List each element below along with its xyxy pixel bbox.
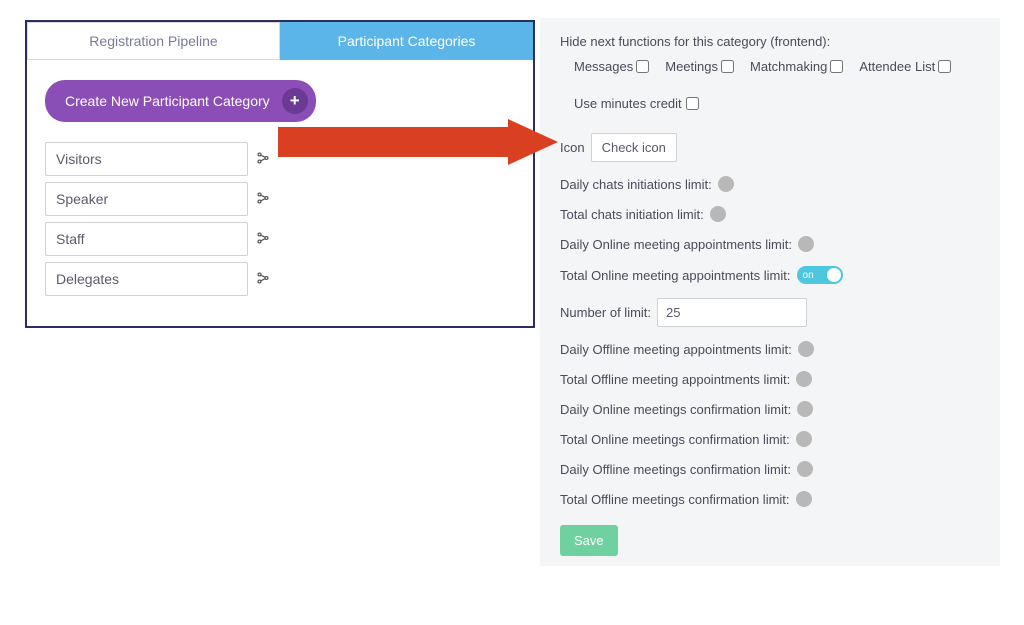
- total-offline-conf-toggle[interactable]: [796, 491, 812, 507]
- total-online-conf-label: Total Online meetings confirmation limit…: [560, 432, 790, 447]
- daily-offline-conf-label: Daily Offline meetings confirmation limi…: [560, 462, 791, 477]
- category-row: [45, 262, 515, 296]
- number-of-limit-input[interactable]: [657, 298, 807, 327]
- messages-checkbox[interactable]: [636, 60, 649, 73]
- total-offline-appt-toggle[interactable]: [796, 371, 812, 387]
- category-input-staff[interactable]: [45, 222, 248, 256]
- daily-chats-label: Daily chats initiations limit:: [560, 177, 712, 192]
- left-panel: Registration Pipeline Participant Catego…: [25, 20, 535, 328]
- tab-registration-pipeline[interactable]: Registration Pipeline: [27, 22, 280, 60]
- attendee-checkbox[interactable]: [938, 60, 951, 73]
- plus-icon: +: [282, 88, 308, 114]
- category-row: [45, 222, 515, 256]
- settings-icon[interactable]: [256, 191, 272, 207]
- total-online-appt-label: Total Online meeting appointments limit:: [560, 268, 791, 283]
- panel-body: Create New Participant Category +: [27, 60, 533, 326]
- total-online-appt-toggle[interactable]: on: [797, 266, 843, 284]
- toggle-on-label: on: [803, 270, 814, 281]
- category-input-visitors[interactable]: [45, 142, 248, 176]
- check-icon-button[interactable]: Check icon: [591, 133, 677, 162]
- messages-label: Messages: [574, 59, 633, 74]
- tabs: Registration Pipeline Participant Catego…: [27, 22, 533, 60]
- settings-icon[interactable]: [256, 271, 272, 287]
- attendee-label: Attendee List: [859, 59, 935, 74]
- category-row: [45, 182, 515, 216]
- category-input-delegates[interactable]: [45, 262, 248, 296]
- create-category-label: Create New Participant Category: [65, 93, 270, 109]
- daily-offline-appt-toggle[interactable]: [798, 341, 814, 357]
- total-chats-label: Total chats initiation limit:: [560, 207, 704, 222]
- meetings-label: Meetings: [665, 59, 718, 74]
- hide-functions-heading: Hide next functions for this category (f…: [560, 34, 980, 49]
- total-online-conf-toggle[interactable]: [796, 431, 812, 447]
- tab-participant-categories[interactable]: Participant Categories: [280, 22, 533, 60]
- callout-arrow-icon: [278, 119, 558, 165]
- category-input-speaker[interactable]: [45, 182, 248, 216]
- daily-online-appt-label: Daily Online meeting appointments limit:: [560, 237, 792, 252]
- matchmaking-checkbox[interactable]: [830, 60, 843, 73]
- meetings-checkbox[interactable]: [721, 60, 734, 73]
- daily-online-appt-toggle[interactable]: [798, 236, 814, 252]
- daily-offline-appt-label: Daily Offline meeting appointments limit…: [560, 342, 792, 357]
- daily-online-conf-label: Daily Online meetings confirmation limit…: [560, 402, 791, 417]
- settings-icon[interactable]: [256, 231, 272, 247]
- toggle-knob: [827, 268, 841, 282]
- daily-online-conf-toggle[interactable]: [797, 401, 813, 417]
- total-offline-conf-label: Total Offline meetings confirmation limi…: [560, 492, 790, 507]
- total-chats-toggle[interactable]: [710, 206, 726, 222]
- use-minutes-credit-checkbox[interactable]: [686, 97, 699, 110]
- matchmaking-label: Matchmaking: [750, 59, 827, 74]
- icon-label: Icon: [560, 140, 585, 155]
- total-offline-appt-label: Total Offline meeting appointments limit…: [560, 372, 790, 387]
- daily-offline-conf-toggle[interactable]: [797, 461, 813, 477]
- daily-chats-toggle[interactable]: [718, 176, 734, 192]
- use-minutes-credit-label: Use minutes credit: [574, 96, 682, 111]
- hide-functions-options: Messages Meetings Matchmaking Attendee L…: [574, 59, 980, 74]
- settings-icon[interactable]: [256, 151, 272, 167]
- save-button[interactable]: Save: [560, 525, 618, 556]
- settings-panel: Hide next functions for this category (f…: [540, 18, 1000, 566]
- create-category-button[interactable]: Create New Participant Category +: [45, 80, 316, 122]
- number-of-limit-label: Number of limit:: [560, 305, 651, 320]
